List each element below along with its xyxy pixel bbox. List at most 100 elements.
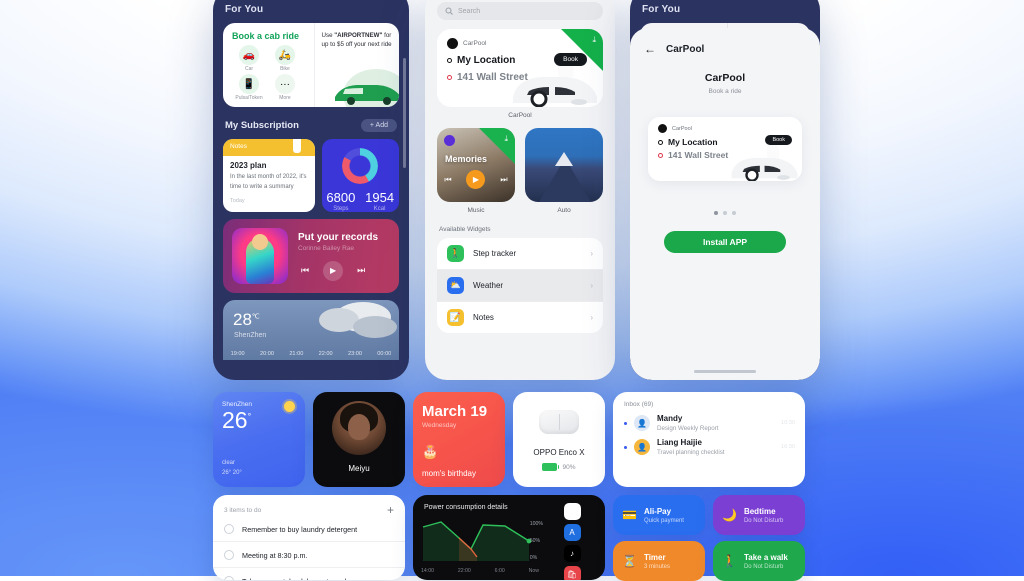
available-widgets-list: 🚶 Step tracker › ⛅ Weather › 📝 Notes › bbox=[437, 238, 603, 333]
steps-widget[interactable]: 6800 Steps 1954 Kcal bbox=[321, 139, 399, 212]
app-gallery-icon[interactable]: 🖼 bbox=[563, 503, 581, 520]
avatar bbox=[332, 401, 386, 455]
todo-item[interactable]: Meeting at 8:30 p.m. bbox=[213, 542, 405, 568]
music-widget[interactable]: Put your records Corinne Bailey Rae ⏮ ▶ … bbox=[223, 219, 399, 293]
download-icon[interactable]: ⤓ bbox=[504, 134, 508, 144]
x-tick-label: 6:00 bbox=[494, 568, 505, 574]
search-input[interactable]: Search bbox=[437, 2, 603, 20]
carpool-widget-preview[interactable]: ⤓ CarPool My Location 141 Wall Street Bo… bbox=[437, 29, 603, 107]
cab-option-more[interactable]: ··· More bbox=[268, 74, 302, 101]
book-cab-card[interactable]: Book a cab ride 🚗 Car 🛵 Bike 📱 Pulsa/Tok… bbox=[223, 23, 399, 107]
book-button[interactable]: Book bbox=[765, 135, 792, 145]
mail-time: 10:30 bbox=[781, 420, 795, 426]
power-x-axis: 14:00 22:00 6:00 Now bbox=[421, 568, 539, 574]
checkbox-icon[interactable] bbox=[224, 576, 234, 580]
weather-widget[interactable]: ShenZhen 26° clear 26° 20° bbox=[213, 392, 305, 487]
skip-back-icon[interactable]: ⏮ bbox=[444, 175, 451, 185]
notes-widget-body: 2023 plan In the last month of 2022, it'… bbox=[223, 156, 315, 209]
play-icon[interactable]: ▶ bbox=[323, 260, 344, 281]
auto-tile[interactable]: Auto bbox=[525, 128, 603, 214]
carpool-brand-name: CarPool bbox=[463, 40, 487, 47]
notes-widget[interactable]: Notes 2023 plan In the last month of 202… bbox=[223, 139, 315, 212]
shortcut-bedtime[interactable]: 🌙 Bedtime Do Not Disturb bbox=[713, 495, 805, 535]
todo-item[interactable]: Take your notebook home to make a bbox=[213, 568, 405, 580]
widget-list-item-weather[interactable]: ⛅ Weather › bbox=[437, 270, 603, 302]
checkbox-icon[interactable] bbox=[224, 550, 234, 560]
mail-row[interactable]: 👤 Mandy Design Weekly Report 10:30 bbox=[613, 408, 805, 432]
cab-option-label: More bbox=[279, 95, 291, 101]
download-icon[interactable]: ⤓ bbox=[592, 35, 596, 45]
todo-widget[interactable]: 3 items to do + Remember to buy laundry … bbox=[213, 495, 405, 580]
shopping-icon[interactable]: 🛍 bbox=[563, 566, 581, 580]
play-icon[interactable]: ▶ bbox=[466, 170, 486, 189]
memories-controls: ⏮ ▶ ⏭ bbox=[437, 170, 515, 189]
cake-icon: 🎂 bbox=[422, 444, 439, 459]
mail-row[interactable]: 👤 Liang Haijie Travel planning checklist… bbox=[613, 432, 805, 456]
kcal-metric: 1954 Kcal bbox=[365, 190, 394, 212]
page-dot[interactable] bbox=[723, 211, 727, 215]
book-button[interactable]: Book bbox=[554, 53, 587, 66]
cab-option-label: Bike bbox=[280, 66, 290, 72]
memories-tile[interactable]: ⤓ Memories ⏮ ▶ ⏭ Music bbox=[437, 128, 515, 214]
carpool-brand-name: CarPool bbox=[672, 125, 692, 132]
hour-label: 22:00 bbox=[318, 351, 333, 357]
avatar: 👤 bbox=[634, 439, 650, 455]
for-you-header: For You bbox=[225, 4, 264, 15]
temp-value: 26 bbox=[222, 407, 248, 433]
cab-option-bike[interactable]: 🛵 Bike bbox=[268, 45, 302, 72]
todo-text: Take your notebook home to make a bbox=[242, 577, 358, 581]
widget-label: Step tracker bbox=[473, 249, 517, 258]
album-art bbox=[232, 228, 288, 284]
shortcut-alipay[interactable]: 💳 Ali-Pay Quick payment bbox=[613, 495, 705, 535]
page-dot[interactable] bbox=[732, 211, 736, 215]
shortcut-subtitle: 3 minutes bbox=[643, 563, 670, 570]
hour-label: 20:00 bbox=[259, 351, 274, 357]
destination-pin-icon bbox=[447, 75, 452, 80]
carpool-preview-card[interactable]: CarPool My Location 141 Wall Street Book bbox=[648, 117, 802, 181]
carpool-brand-row: CarPool bbox=[648, 117, 802, 133]
avatar: 👤 bbox=[634, 415, 650, 431]
calendar-widget[interactable]: March 19 Wednesday 🎂 mom's birthday bbox=[413, 392, 505, 487]
auto-caption: Auto bbox=[557, 207, 571, 214]
shortcut-title: Timer bbox=[643, 552, 666, 562]
page-dot[interactable] bbox=[714, 211, 718, 215]
home-indicator bbox=[694, 370, 756, 373]
scrollbar[interactable] bbox=[403, 58, 406, 168]
cab-option-car[interactable]: 🚗 Car bbox=[232, 45, 266, 72]
origin-label: My Location bbox=[668, 137, 718, 147]
todo-item[interactable]: Remember to buy laundry detergent bbox=[213, 516, 405, 542]
steps-label: Steps bbox=[333, 206, 349, 212]
earbuds-widget[interactable]: OPPO Enco X 90% bbox=[513, 392, 605, 487]
inbox-widget[interactable]: Inbox (69) 👤 Mandy Design Weekly Report … bbox=[613, 392, 805, 487]
shortcut-take-a-walk[interactable]: 🚶 Take a walk Do Not Disturb bbox=[713, 541, 805, 581]
contact-widget[interactable]: Meiyu bbox=[313, 392, 405, 487]
power-consumption-widget[interactable]: Power consumption details 100% 50% 0% 14… bbox=[413, 495, 605, 580]
contact-name: Meiyu bbox=[348, 464, 370, 473]
earbuds-case-icon bbox=[539, 410, 579, 434]
skip-forward-icon[interactable]: ⏭ bbox=[357, 265, 365, 276]
shortcut-title: Ali-Pay bbox=[643, 506, 672, 516]
shortcut-timer[interactable]: ⏳ Timer 3 minutes bbox=[613, 541, 705, 581]
note-date: Today bbox=[230, 198, 245, 205]
promo-prefix: Use bbox=[321, 32, 335, 39]
skip-back-icon[interactable]: ⏮ bbox=[301, 265, 309, 276]
chevron-right-icon: › bbox=[590, 249, 593, 258]
chevron-right-icon: › bbox=[590, 313, 593, 322]
weather-widget-left[interactable]: 28℃ ShenZhen 19:00 20:00 21:00 22:00 23:… bbox=[223, 300, 399, 360]
weather-range: 26° 20° bbox=[222, 469, 242, 476]
skip-forward-icon[interactable]: ⏭ bbox=[500, 175, 507, 185]
tiktok-icon[interactable]: ♪ bbox=[563, 545, 581, 562]
back-arrow-icon[interactable]: ← bbox=[644, 42, 656, 56]
app-store-icon[interactable]: A bbox=[563, 524, 581, 541]
install-app-button[interactable]: Install APP bbox=[664, 231, 786, 253]
memories-caption: Music bbox=[467, 207, 485, 214]
widget-list-item-step-tracker[interactable]: 🚶 Step tracker › bbox=[437, 238, 603, 270]
widget-list-item-notes[interactable]: 📝 Notes › bbox=[437, 302, 603, 333]
bookmark-icon bbox=[292, 139, 301, 153]
checkbox-icon[interactable] bbox=[224, 524, 234, 534]
cab-option-token[interactable]: 📱 Pulsa/Token bbox=[232, 74, 266, 101]
app-title: CarPool bbox=[704, 72, 746, 84]
add-subscription-button[interactable]: + Add bbox=[360, 119, 397, 132]
plus-icon[interactable]: + bbox=[387, 504, 394, 516]
todo-header: 3 items to do + bbox=[213, 495, 405, 516]
